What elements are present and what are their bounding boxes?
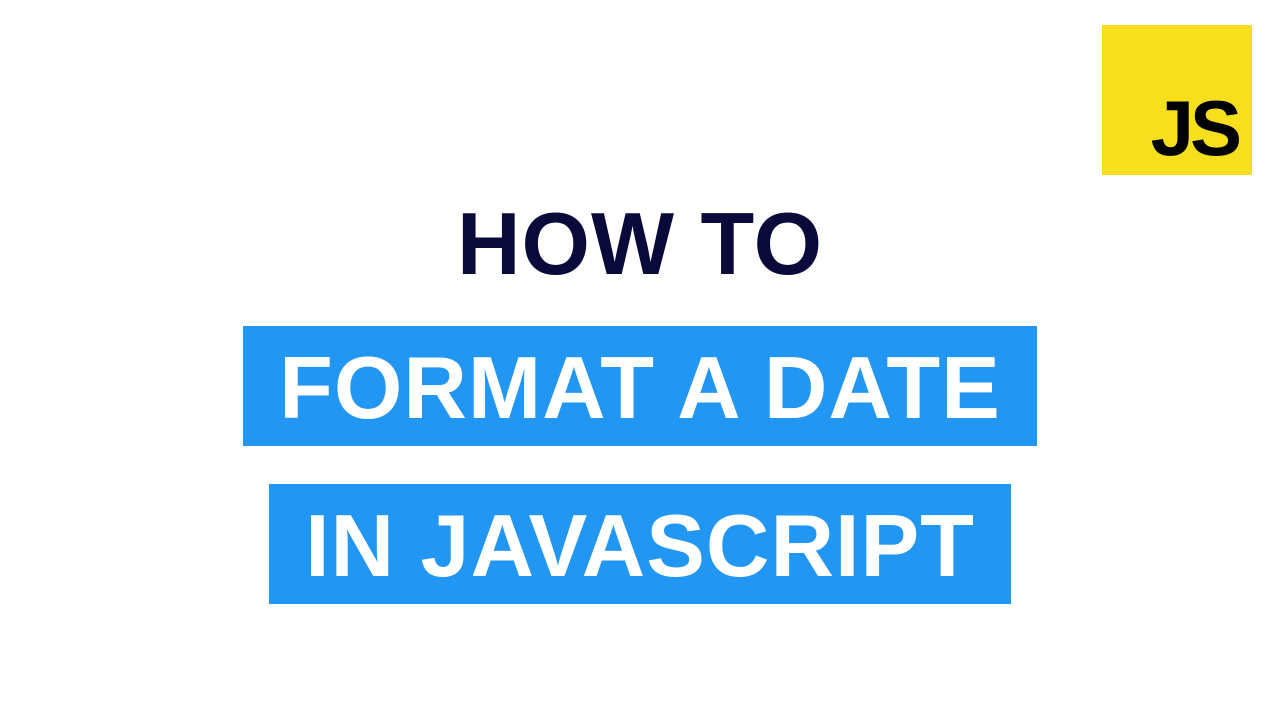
javascript-logo-text: JS [1151,89,1238,167]
title-line-3-highlight: IN JAVASCRIPT [269,484,1011,604]
title-line-2-highlight: FORMAT A DATE [243,326,1037,446]
title-line-1: HOW TO [457,200,823,288]
javascript-logo: JS [1102,25,1252,175]
title-container: HOW TO FORMAT A DATE IN JAVASCRIPT [0,200,1280,604]
